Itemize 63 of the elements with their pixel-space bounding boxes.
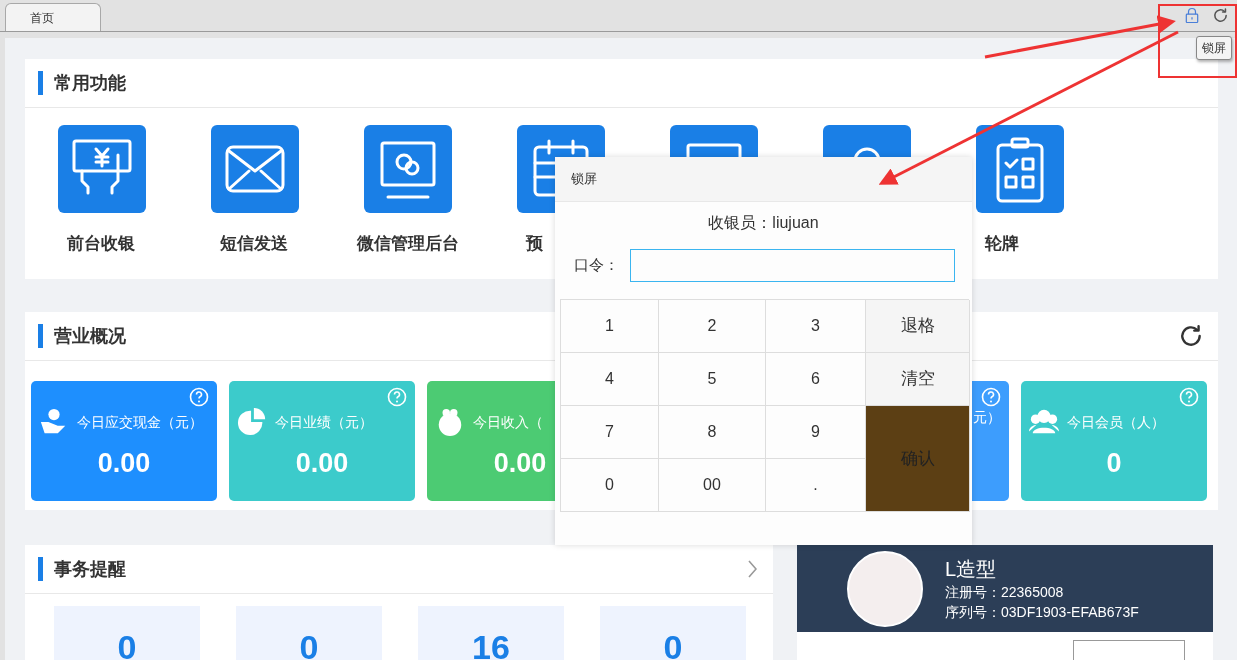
reminder-count: 0 (299, 630, 319, 660)
tab[interactable]: 首页 (5, 3, 101, 31)
reminder-count: 16 (472, 630, 510, 660)
section-title: 事务提醒 (54, 557, 126, 581)
reminder-count: 0 (117, 630, 137, 660)
stat-value: 0 (1105, 447, 1123, 480)
stat-value: 0.00 (492, 447, 548, 480)
function-label[interactable]: 微信管理后台 (356, 231, 459, 257)
keypad-key[interactable]: 1 (561, 300, 659, 353)
keypad-key[interactable]: 00 (659, 459, 766, 512)
function-tile[interactable] (210, 125, 299, 213)
serial-number: 序列号：03DF1903-EFAB673F (945, 602, 1139, 622)
function-label[interactable]: 前台收银 (66, 231, 137, 257)
dialog-title: 锁屏 (571, 170, 597, 189)
function-label[interactable]: 轮牌 (984, 231, 1055, 257)
function-tile[interactable] (363, 125, 452, 213)
stat-label: 今日业绩（元） (275, 412, 373, 432)
reminder-count: 0 (663, 630, 683, 660)
password-field[interactable] (630, 249, 955, 282)
help-icon[interactable] (981, 387, 1001, 407)
keypad-key[interactable]: 0 (561, 459, 659, 512)
lock-icon[interactable] (1185, 7, 1199, 24)
refresh-icon[interactable] (1178, 323, 1204, 349)
section-title: 常用功能 (54, 71, 126, 95)
refresh-icon[interactable] (1212, 7, 1229, 24)
stat-label: 今日收入（ (473, 412, 543, 432)
keypad-key[interactable]: 6 (766, 353, 866, 406)
reminder-tile[interactable]: 0 (600, 606, 746, 660)
chevron-right-icon[interactable] (747, 559, 757, 579)
stat-label: 今日会员（人） (1067, 412, 1165, 432)
section-accent-bar (38, 324, 43, 348)
section-accent-bar (38, 71, 43, 95)
pie-chart-icon (237, 407, 267, 437)
help-icon[interactable] (1179, 387, 1199, 407)
section-accent-bar (38, 557, 43, 581)
reminder-tile[interactable]: 0 (54, 606, 200, 660)
keypad-key[interactable]: 7 (561, 406, 659, 459)
password-label: 口令： (574, 255, 620, 276)
reminder-tile[interactable]: 16 (418, 606, 564, 660)
keypad-key[interactable]: 退格 (866, 300, 970, 353)
keypad-key[interactable]: 8 (659, 406, 766, 459)
stat-value: 0.00 (294, 447, 350, 480)
stat-value: 0.00 (96, 447, 152, 480)
cashier-name: 收银员：liujuan (708, 213, 819, 233)
function-label[interactable]: 短信发送 (219, 231, 290, 257)
shop-name: L造型 (945, 556, 998, 582)
stat-label: 元） (973, 408, 1001, 427)
tooltip: 锁屏 (1196, 36, 1232, 60)
keypad-key[interactable]: 2 (659, 300, 766, 353)
function-tile[interactable] (57, 125, 146, 213)
keypad-key[interactable]: . (766, 459, 866, 512)
stat-label: 今日应交现金（元） (77, 412, 203, 432)
keypad-key[interactable]: 5 (659, 353, 766, 406)
keypad-key[interactable]: 3 (766, 300, 866, 353)
help-icon[interactable] (387, 387, 407, 407)
reminder-tile[interactable]: 0 (236, 606, 382, 660)
keypad-key[interactable]: 清空 (866, 353, 970, 406)
keypad-key[interactable]: 9 (766, 406, 866, 459)
function-tile[interactable] (975, 125, 1064, 213)
section-title: 营业概况 (54, 324, 126, 348)
keypad-key[interactable]: 4 (561, 353, 659, 406)
registration-number: 注册号：22365008 (945, 582, 1065, 602)
help-icon[interactable] (189, 387, 209, 407)
